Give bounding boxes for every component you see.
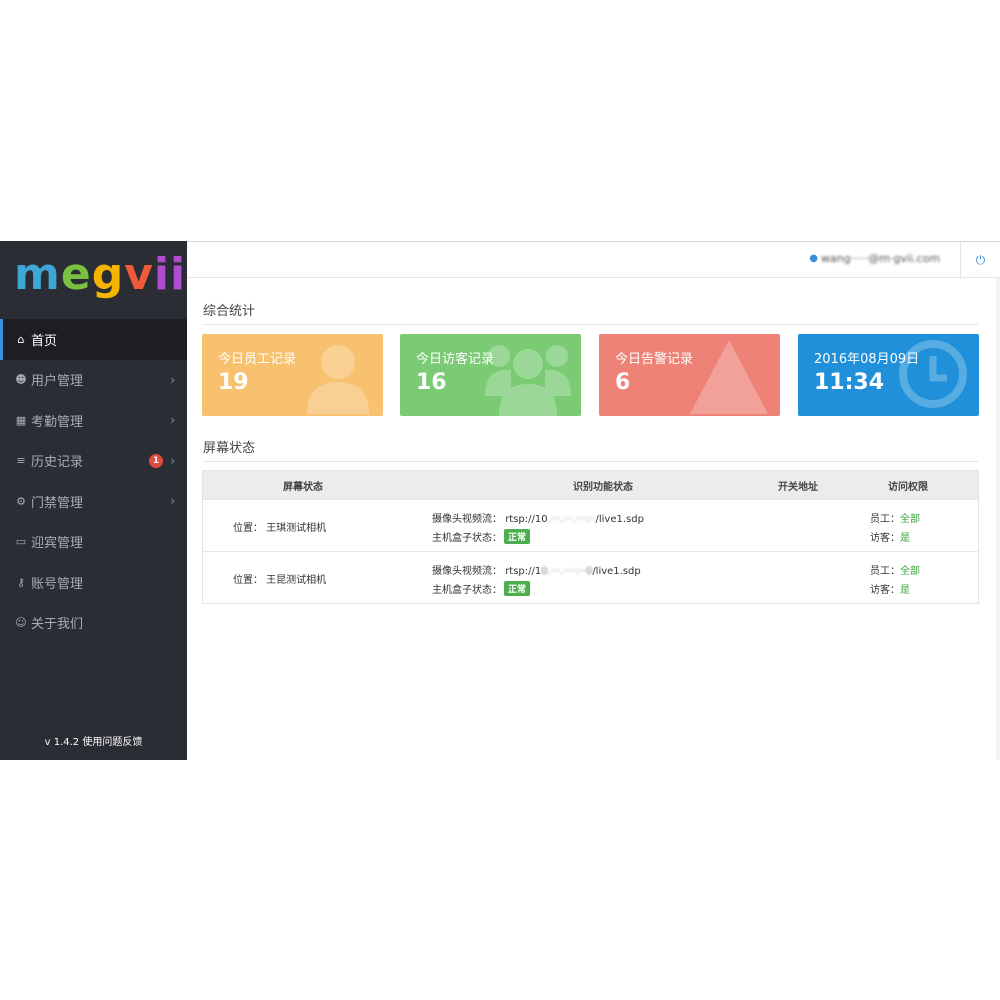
camera-stream: 摄像头视频流： rtsp://10.···.···.···:··/live1.s… bbox=[432, 514, 644, 525]
clock-icon bbox=[899, 340, 967, 408]
stat-card-value: 6 bbox=[615, 370, 631, 395]
sidebar-item-about[interactable]: ☺ 关于我们 bbox=[0, 603, 187, 644]
status-badge: 正常 bbox=[504, 529, 531, 544]
sidebar-item-user-management[interactable]: ☻ 用户管理 › bbox=[0, 360, 187, 401]
current-time: 11:34 bbox=[814, 370, 885, 395]
column-header: 屏幕状态 bbox=[283, 481, 323, 493]
app-window: megvii ⌂ 首页 ☻ 用户管理 › ▦ 考勤管理 › ≡ 历史记录 1 › bbox=[0, 241, 1000, 760]
users-icon bbox=[485, 345, 571, 416]
screen-location: 位置： 王昆测试相机 bbox=[233, 575, 327, 586]
warning-icon bbox=[690, 340, 768, 414]
sidebar-item-home[interactable]: ⌂ 首页 bbox=[0, 319, 187, 360]
table-icon: ▦ bbox=[15, 413, 27, 427]
stat-card-alerts[interactable]: 今日告警记录 6 bbox=[599, 334, 780, 416]
version-feedback-link[interactable]: v 1.4.2 使用问题反馈 bbox=[0, 733, 187, 748]
visitor-permission: 访客：是 bbox=[870, 533, 910, 544]
status-badge: 正常 bbox=[504, 581, 531, 596]
staff-permission: 员工：全部 bbox=[870, 566, 920, 577]
chevron-right-icon: › bbox=[170, 372, 175, 387]
chevron-right-icon: › bbox=[170, 453, 175, 468]
table-row[interactable]: 位置： 王昆测试相机 摄像头视频流： rtsp://10.···.····:··… bbox=[203, 551, 978, 603]
table-row[interactable]: 位置： 王琪测试相机 摄像头视频流： rtsp://10.···.···.···… bbox=[203, 499, 978, 551]
users-icon: ☻ bbox=[15, 373, 27, 387]
stat-card-visitors[interactable]: 今日访客记录 16 bbox=[400, 334, 581, 416]
host-box-status: 主机盒子状态： 正常 bbox=[432, 581, 531, 596]
visitor-permission: 访客：是 bbox=[870, 585, 910, 596]
desktop-icon: ▭ bbox=[15, 535, 27, 549]
sidebar-item-history[interactable]: ≡ 历史记录 1 › bbox=[0, 441, 187, 482]
sidebar-item-label: 用户管理 bbox=[31, 374, 84, 390]
sidebar-item-label: 考勤管理 bbox=[31, 414, 84, 430]
sidebar-item-label: 关于我们 bbox=[31, 617, 84, 633]
chevron-right-icon: › bbox=[170, 494, 175, 508]
stat-card-datetime: 2016年08月09日 11:34 bbox=[798, 334, 979, 416]
section-divider bbox=[203, 461, 978, 462]
megvii-logo[interactable]: megvii bbox=[14, 253, 186, 297]
section-divider bbox=[203, 324, 978, 325]
user-icon bbox=[307, 345, 369, 414]
sidebar-item-attendance[interactable]: ▦ 考勤管理 › bbox=[0, 400, 187, 441]
screen-location: 位置： 王琪测试相机 bbox=[233, 523, 327, 534]
key-icon: ⚷ bbox=[16, 575, 26, 589]
screen-status-table: 屏幕状态 识别功能状态 开关地址 访问权限 位置： 王琪测试相机 摄像头视频流：… bbox=[202, 470, 979, 604]
main-content: 综合统计 今日员工记录 19 今日访客记录 16 今日告警记录 6 2016年0… bbox=[187, 278, 1000, 760]
sidebar-item-access-control[interactable]: ⚙ 门禁管理 › bbox=[0, 481, 187, 522]
user-email: wang·····@m·gvii.com bbox=[821, 252, 940, 265]
home-icon: ⌂ bbox=[17, 332, 25, 346]
stat-card-value: 19 bbox=[218, 370, 249, 395]
sidebar-item-label: 账号管理 bbox=[31, 576, 84, 592]
top-bar: ● wang·····@m·gvii.com ⏻ bbox=[187, 241, 1000, 279]
cogs-icon: ⚙ bbox=[16, 494, 26, 508]
overview-title: 综合统计 bbox=[203, 304, 256, 319]
smile-icon: ☺ bbox=[15, 616, 27, 630]
table-header: 屏幕状态 识别功能状态 开关地址 访问权限 bbox=[203, 471, 978, 499]
chevron-right-icon: › bbox=[170, 413, 175, 427]
notification-badge: 1 bbox=[149, 453, 163, 468]
sidebar-item-label: 门禁管理 bbox=[31, 495, 84, 511]
sidebar-item-welcome[interactable]: ▭ 迎宾管理 bbox=[0, 522, 187, 563]
column-header: 访问权限 bbox=[888, 481, 928, 493]
logout-button[interactable]: ⏻ bbox=[960, 242, 1000, 279]
power-icon: ⏻ bbox=[975, 253, 986, 267]
camera-stream: 摄像头视频流： rtsp://10.···.····:··0/live1.sdp bbox=[432, 566, 641, 577]
sidebar-item-label: 历史记录 bbox=[31, 455, 84, 471]
screen-status-title: 屏幕状态 bbox=[203, 441, 256, 456]
sidebar-item-accounts[interactable]: ⚷ 账号管理 bbox=[0, 562, 187, 603]
column-header: 识别功能状态 bbox=[573, 481, 633, 493]
stat-card-value: 16 bbox=[416, 370, 447, 395]
sidebar-item-label: 首页 bbox=[31, 333, 58, 349]
sidebar-nav: ⌂ 首页 ☻ 用户管理 › ▦ 考勤管理 › ≡ 历史记录 1 › ⚙ 门禁管理 bbox=[0, 319, 187, 643]
stat-card-title: 今日员工记录 bbox=[218, 352, 297, 367]
list-icon: ≡ bbox=[16, 454, 26, 468]
stat-card-staff[interactable]: 今日员工记录 19 bbox=[202, 334, 383, 416]
sidebar: megvii ⌂ 首页 ☻ 用户管理 › ▦ 考勤管理 › ≡ 历史记录 1 › bbox=[0, 241, 187, 760]
user-icon: ● bbox=[809, 253, 819, 264]
host-box-status: 主机盒子状态： 正常 bbox=[432, 529, 531, 544]
user-account[interactable]: ● wang·····@m·gvii.com bbox=[809, 252, 940, 265]
column-header: 开关地址 bbox=[778, 481, 818, 493]
sidebar-item-label: 迎宾管理 bbox=[31, 536, 84, 552]
stat-card-title: 今日访客记录 bbox=[416, 352, 495, 367]
stat-card-title: 今日告警记录 bbox=[615, 352, 694, 367]
staff-permission: 员工：全部 bbox=[870, 514, 920, 525]
